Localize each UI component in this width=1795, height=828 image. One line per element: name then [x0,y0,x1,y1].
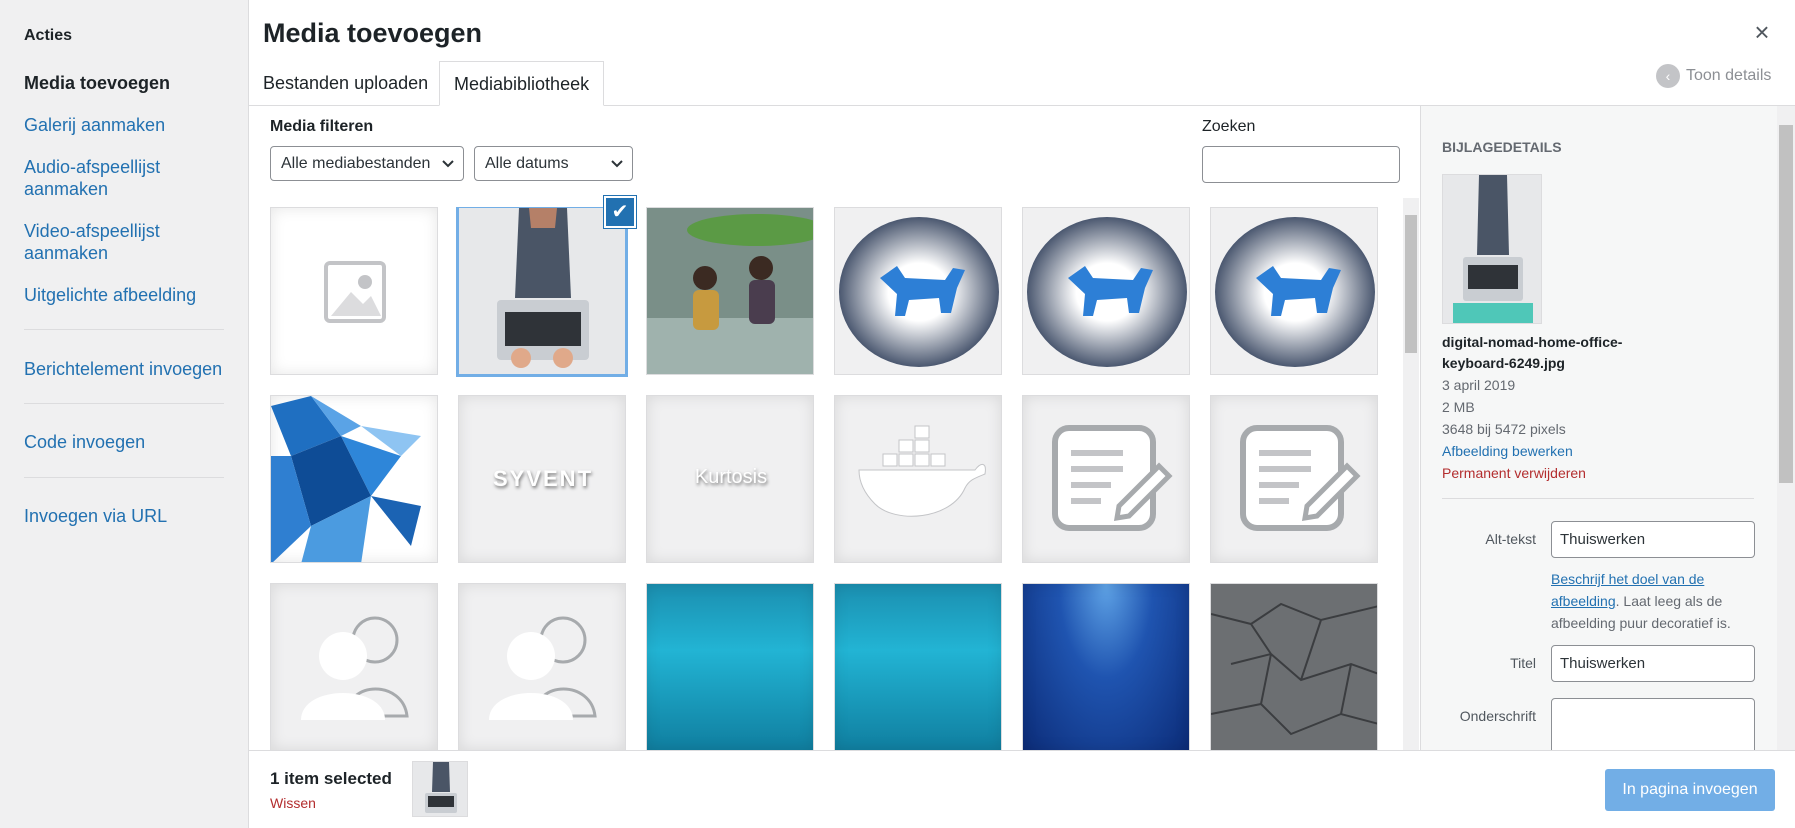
menu-item-url[interactable]: Invoegen via URL [24,505,224,527]
search-input[interactable] [1202,146,1400,183]
edit-image-link[interactable]: Afbeelding bewerken [1442,443,1573,459]
users-icon [489,616,597,720]
title-input[interactable]: Thuiswerken [1551,645,1755,682]
girls-leaf-photo [647,208,813,374]
alt-text-label: Alt-tekst [1485,531,1536,547]
selected-check-icon[interactable]: ✔ [604,196,636,228]
attachment-thumbnail[interactable] [1022,395,1190,563]
attachment-thumbnail[interactable] [1210,395,1378,563]
laptop-photo [459,208,625,374]
toggle-details-label: Toon details [1686,67,1772,84]
attachment-thumbnail[interactable] [646,583,814,750]
details-separator [1442,498,1754,499]
docker-whale-icon [858,425,986,517]
edit-note-icon [1240,425,1361,531]
menu-separator [24,403,224,404]
selection-thumbnail[interactable] [412,761,468,817]
media-type-value: Alle mediabestanden [281,155,431,172]
insert-into-page-button[interactable]: In pagina invoegen [1605,769,1775,811]
chevron-down-icon [610,147,624,192]
tab-upload[interactable]: Bestanden uploaden [249,61,442,106]
syvent-logo: SYVENT [492,466,594,491]
search-label: Zoeken [1202,118,1256,135]
blue-goat-vignette [1023,208,1189,374]
attachment-thumbnail[interactable] [458,583,626,750]
menu-item-galerij[interactable]: Galerij aanmaken [24,114,224,136]
underwater-cyan [647,584,813,750]
attachment-thumbnail[interactable] [834,395,1002,563]
attachment-thumbnail[interactable] [646,207,814,375]
selection-count: 1 item selected [270,769,392,788]
caption-label: Onderschrift [1459,708,1536,724]
details-filename: digital-nomad-home-office-keyboard-6249.… [1442,334,1623,371]
details-thumbnail [1442,174,1542,324]
menu-item-audio-playlist[interactable]: Audio-afspeellijst aanmaken [24,156,224,200]
menu-item-media-toevoegen[interactable]: Media toevoegen [24,72,224,94]
modal-title: Media toevoegen [263,18,483,48]
attachment-thumbnail[interactable] [1022,583,1190,750]
delete-permanently-link[interactable]: Permanent verwijderen [1442,465,1586,481]
attachment-thumbnail[interactable] [1022,207,1190,375]
menu-item-code[interactable]: Code invoegen [24,431,224,453]
clear-selection-link[interactable]: Wissen [270,795,316,811]
attachment-thumbnail[interactable] [834,583,1002,750]
attachment-thumbnail[interactable] [1210,207,1378,375]
title-label: Titel [1510,655,1536,671]
close-icon[interactable]: × [1748,18,1776,46]
attachment-details: Bijlagedetails digital-nomad-home-office… [1420,106,1778,750]
laptop-photo [413,762,467,816]
blue-goat-vignette [835,208,1001,374]
menu-item-embed[interactable]: Berichtelement invoegen [24,358,224,380]
underwater-deep [1023,584,1189,750]
attachment-thumbnail[interactable] [270,583,438,750]
attachment-thumbnail[interactable] [834,207,1002,375]
details-dimensions: 3648 bij 5472 pixels [1442,421,1566,437]
attachment-thumbnail-selected[interactable] [456,207,628,377]
image-placeholder-icon [324,261,386,323]
date-value: Alle datums [485,155,569,172]
media-type-select[interactable]: Alle mediabestanden [270,146,464,181]
toggle-details-button[interactable]: ‹ Toon details [1656,63,1771,89]
menu-heading: Acties [24,27,73,44]
attachment-thumbnail[interactable]: Kurtosis [646,395,814,563]
edit-note-icon [1052,425,1173,531]
kurtosis-logo: Kurtosis [694,466,768,488]
menu-separator [24,329,224,330]
media-toolbar-bottom: 1 item selected Wissen In pagina invoege… [249,750,1795,828]
tab-library[interactable]: Mediabibliotheek [439,61,605,106]
blue-goat-vignette [1211,208,1377,374]
details-heading: Bijlagedetails [1442,139,1562,155]
media-menu: Acties Media toevoegen Galerij aanmaken … [0,0,249,828]
details-size: 2 MB [1442,399,1475,415]
caption-textarea[interactable] [1551,698,1755,750]
attachments-grid: SYVENT Kurtosis [270,207,1380,750]
details-date: 3 april 2019 [1442,377,1516,393]
chevron-down-icon [441,147,455,192]
attachment-thumbnail[interactable] [1210,583,1378,750]
tab-bar: Bestanden uploaden Mediabibliotheek [249,0,1795,106]
attachment-thumbnail[interactable] [270,395,438,563]
chevron-left-icon: ‹ [1656,63,1680,88]
media-modal: Acties Media toevoegen Galerij aanmaken … [0,0,1795,828]
filter-label: Media filteren [270,118,374,135]
polygon-goat [271,396,421,562]
menu-separator [24,477,224,478]
details-scrollbar-thumb[interactable] [1779,125,1793,483]
attachment-thumbnail[interactable]: SYVENT [458,395,626,563]
alt-text-input[interactable]: Thuiswerken [1551,521,1755,558]
laptop-photo [1443,175,1541,323]
underwater-cyan [835,584,1001,750]
cracked-earth [1211,584,1377,750]
attachment-thumbnail[interactable] [270,207,438,375]
alt-text-hint: Beschrijf het doel van de afbeelding. La… [1551,568,1755,634]
grid-scrollbar-thumb[interactable] [1405,215,1417,353]
menu-item-video-playlist[interactable]: Video-afspeellijst aanmaken [24,220,224,264]
menu-item-featured-image[interactable]: Uitgelichte afbeelding [24,284,224,306]
users-icon [301,616,409,720]
date-select[interactable]: Alle datums [474,146,633,181]
